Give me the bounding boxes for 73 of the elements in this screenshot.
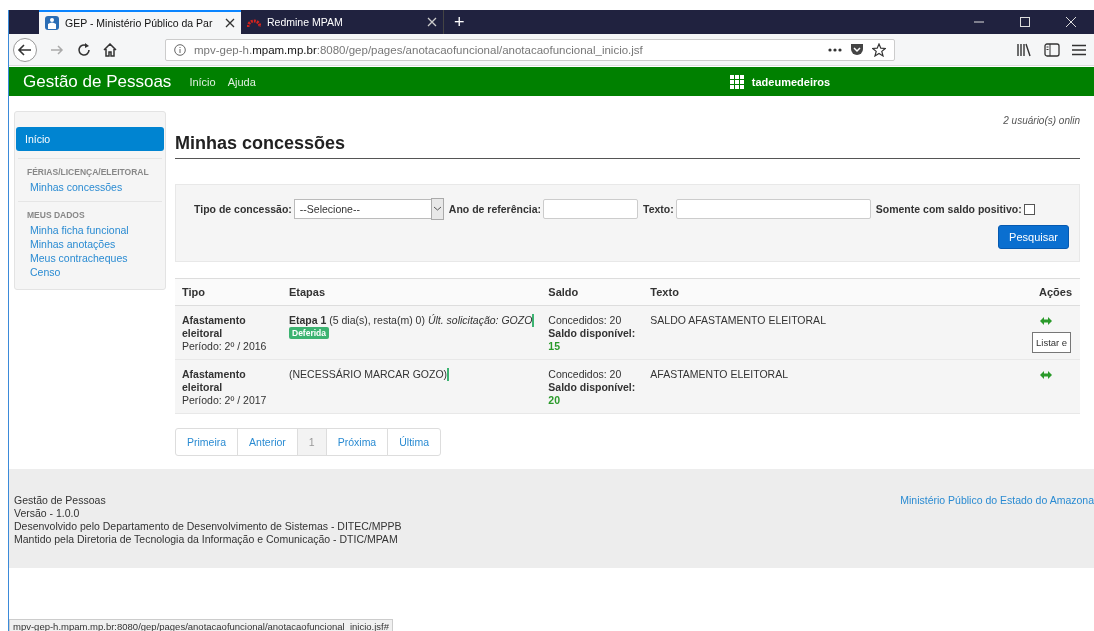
sidebar-item[interactable]: Início (16, 127, 164, 151)
caret-icon (430, 198, 444, 220)
page-title: Minhas concessões (175, 133, 1080, 159)
online-users: 2 usuário(s) onlin (1002, 114, 1080, 128)
sidebar-item[interactable]: Minhas concessões (16, 180, 164, 194)
column-header: Saldo (541, 278, 644, 306)
status-label: Deferida (289, 327, 329, 339)
search-button[interactable]: Pesquisar (998, 225, 1069, 249)
grid-icon[interactable] (729, 74, 744, 89)
type-select[interactable]: --Selecione-- (293, 199, 444, 219)
column-header: Ações (1032, 278, 1080, 306)
column-header: Tipo (175, 278, 282, 306)
table-cell-text: Afastamento eleitoral (182, 314, 247, 340)
sidebar-icon[interactable] (1044, 42, 1060, 57)
back-icon[interactable] (13, 37, 37, 62)
star-icon[interactable] (872, 42, 886, 57)
table-cell-text: Afastamento eleitoral (182, 368, 247, 394)
user-name[interactable]: tadeumedeiros (751, 75, 831, 88)
checkbox[interactable] (1023, 203, 1035, 215)
footer-text: Mantido pela Diretoria de Tecnologia da Informação e Comunicação - DTIC/MPAM (14, 533, 399, 546)
new-tab-button[interactable]: + (444, 10, 475, 34)
url-text: mpv-gep-h.mpam.mp.br:8080/gep/pages/anotacaofuncional/anotacaofuncional_inicio.jsf (194, 43, 643, 56)
field-label: Somente com saldo positivo: (875, 203, 1022, 215)
table-cell-text: Período: 2º / 2017 (182, 394, 268, 407)
year-field[interactable] (543, 199, 639, 219)
column-header: Texto (643, 278, 1032, 306)
arrows-icon[interactable] (1039, 316, 1053, 326)
sidebar-item[interactable]: Minha ficha funcional (16, 223, 164, 237)
info-icon (174, 43, 186, 56)
address-bar[interactable]: mpv-gep-h.mpam.mp.br:8080/gep/pages/anotacaofuncional/anotacaofuncional_inicio.jsf (165, 38, 895, 61)
page-link[interactable]: Primeira (175, 428, 239, 456)
page-link[interactable]: Última (387, 428, 441, 456)
arrows-icon[interactable] (1039, 370, 1053, 380)
nav-link[interactable]: Início (189, 75, 216, 88)
footer-link[interactable]: Ministério Público do Estado do Amazona (900, 494, 1094, 507)
sidebar-item[interactable]: Meus contracheques (16, 251, 164, 265)
reload-icon[interactable] (77, 42, 91, 57)
person-icon (45, 16, 59, 30)
sidebar-item[interactable]: Censo (16, 265, 164, 279)
home-icon[interactable] (103, 42, 117, 57)
field-label: Ano de referência: (448, 203, 542, 215)
section-header: MEUS DADOS (26, 210, 86, 222)
section-header: FÉRIAS/LICENÇA/ELEITORAL (26, 167, 150, 179)
maximize-icon[interactable] (1020, 17, 1030, 27)
more-icon[interactable] (828, 47, 842, 52)
table-cell: (NECESSÁRIO MARCAR GOZO) (289, 368, 450, 381)
footer-text: Versão - 1.0.0 (14, 507, 81, 520)
table-cell-text: Concedidos: 20 (548, 314, 623, 327)
column-header: Etapas (282, 278, 542, 306)
table-cell: Saldo disponível: (548, 381, 637, 394)
nav-link[interactable]: Ajuda (227, 75, 256, 88)
pocket-icon[interactable] (850, 43, 864, 56)
page-link[interactable]: Anterior (237, 428, 298, 456)
brand-title[interactable]: Gestão de Pessoas (23, 71, 172, 92)
field-label: Tipo de concessão: (194, 203, 292, 215)
footer-text: Gestão de Pessoas (14, 494, 107, 507)
table-cell-text: Concedidos: 20 (548, 368, 623, 381)
table-cell-text: 20 (548, 394, 561, 407)
footer-text: Desenvolvido pelo Departamento de Desenvolvimento de Sistemas - DITEC/MPPB (14, 520, 402, 533)
page-link[interactable]: Próxima (325, 428, 389, 456)
table-cell-text: Período: 2º / 2016 (182, 340, 268, 353)
tooltip: Listar e (1032, 332, 1072, 353)
sidebar-item[interactable]: Minhas anotações (16, 237, 164, 251)
browser-tab[interactable]: GEP - Ministério Público da Par (39, 10, 241, 34)
table-cell-text: AFASTAMENTO ELEITORAL (650, 368, 790, 381)
close-icon[interactable] (225, 18, 235, 28)
menu-icon[interactable] (1072, 43, 1086, 56)
field-label: Texto: (643, 203, 674, 215)
table-cell: Saldo disponível: (548, 327, 637, 340)
library-icon[interactable] (1016, 42, 1032, 57)
table-cell-text: SALDO AFASTAMENTO ELEITORAL (650, 314, 827, 327)
text-field[interactable] (675, 199, 871, 219)
table-cell-text: 15 (548, 340, 561, 353)
